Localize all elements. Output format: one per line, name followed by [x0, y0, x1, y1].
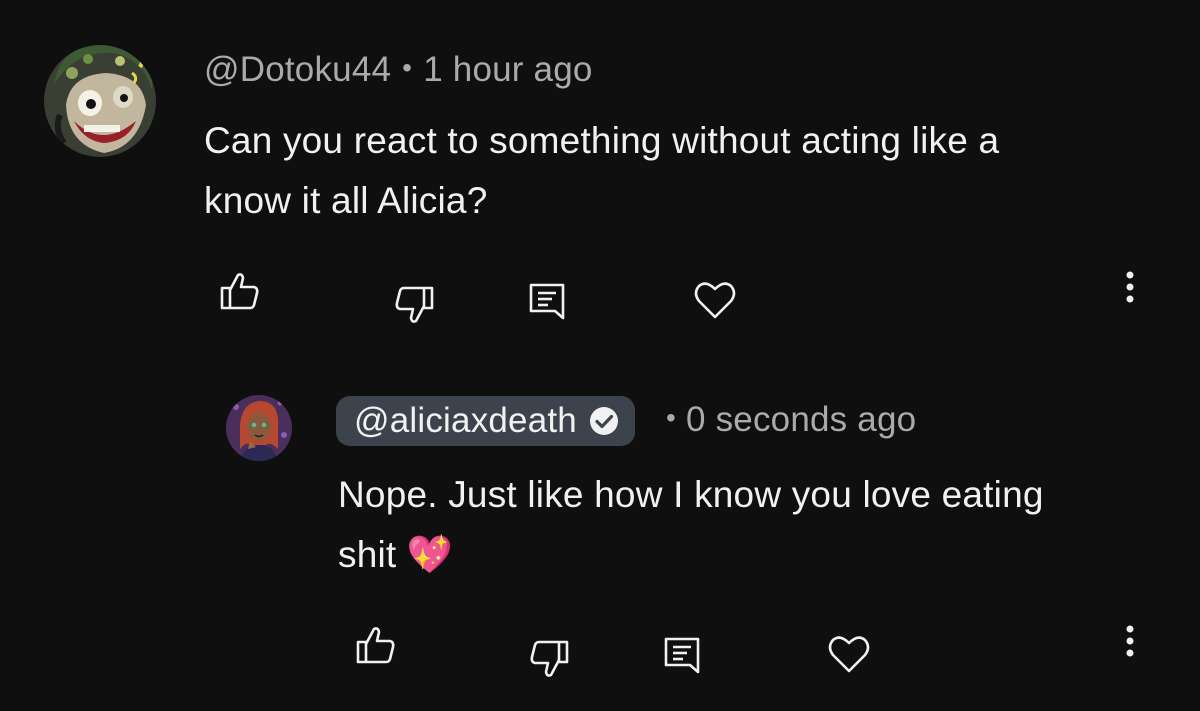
reply-text-line: shit 💖 [338, 534, 454, 575]
comment-author[interactable]: @Dotoku44 [204, 50, 391, 89]
commenter-avatar[interactable] [44, 45, 156, 157]
comment-meta: @Dotoku44 • 1 hour ago [204, 50, 593, 90]
comment-time[interactable]: 1 hour ago [423, 50, 592, 89]
reply-icon[interactable] [663, 636, 701, 676]
replier-avatar[interactable] [226, 395, 292, 461]
reply-icon[interactable] [528, 282, 566, 322]
comment-text: Can you react to something without actin… [204, 111, 999, 231]
reply-time[interactable]: 0 seconds ago [686, 400, 916, 439]
meta-separator: • [402, 52, 413, 83]
meta-separator: • [666, 402, 677, 433]
reply-author[interactable]: @aliciaxdeath [354, 401, 577, 441]
verified-check-icon [589, 407, 618, 435]
more-vertical-icon[interactable] [1118, 270, 1142, 306]
comment-text-line: Can you react to something without actin… [204, 120, 1000, 161]
reply-meta: • 0 seconds ago [666, 400, 916, 440]
heart-icon[interactable] [694, 280, 736, 320]
comment-text-line: know it all Alicia? [204, 180, 488, 221]
heart-icon[interactable] [828, 634, 870, 674]
reply-text: Nope. Just like how I know you love eati… [338, 465, 1044, 585]
creator-handle-badge[interactable]: @aliciaxdeath [336, 396, 635, 446]
thumbs-down-icon[interactable] [529, 640, 569, 678]
thumbs-down-icon[interactable] [394, 286, 434, 324]
thumbs-up-icon[interactable] [220, 272, 260, 310]
more-vertical-icon[interactable] [1118, 624, 1142, 660]
reply-text-line: Nope. Just like how I know you love eati… [338, 474, 1044, 515]
thumbs-up-icon[interactable] [356, 626, 396, 664]
